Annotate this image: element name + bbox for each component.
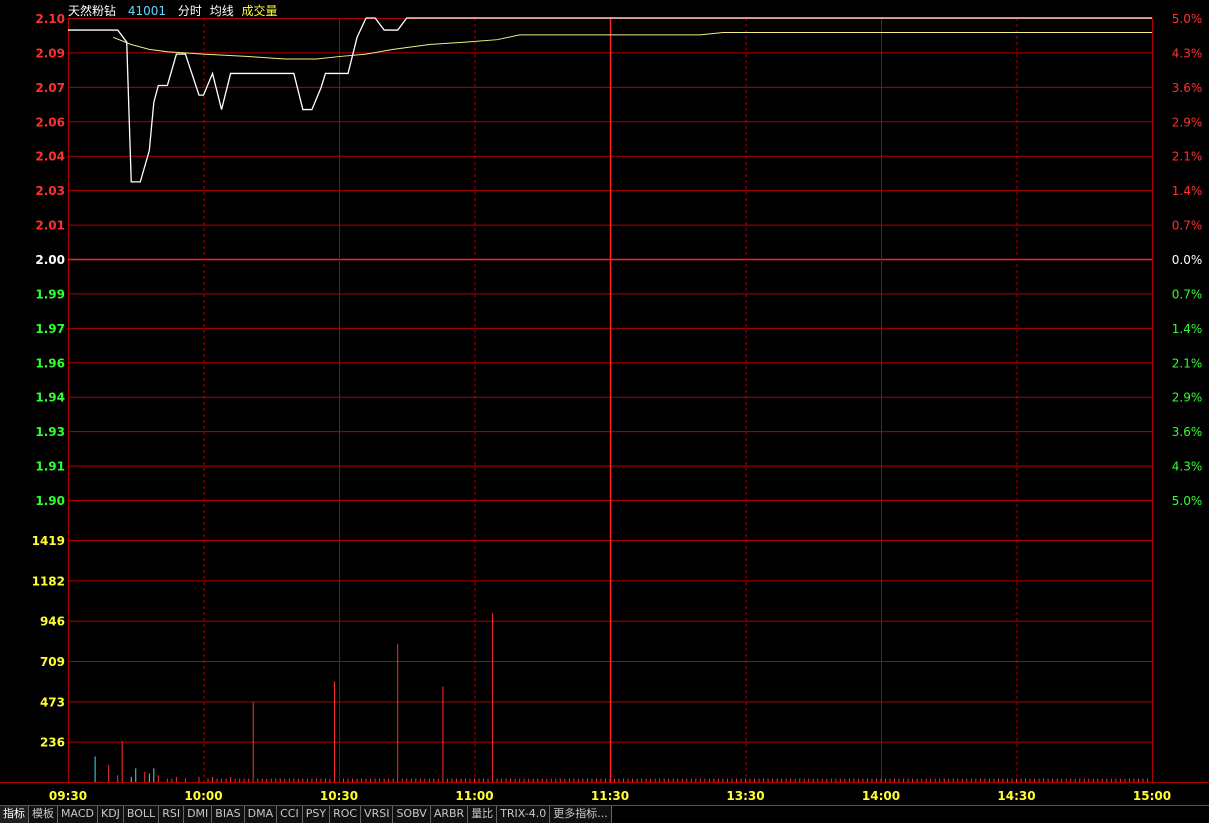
- time-tick-label: 14:30: [997, 789, 1035, 803]
- indicator-tab[interactable]: DMI: [184, 806, 213, 823]
- indicator-tab[interactable]: 更多指标...: [550, 806, 612, 823]
- percent-tick-label: 4.3%: [1172, 46, 1203, 60]
- price-tick-label: 1.97: [35, 322, 65, 336]
- indicator-tab[interactable]: KDJ: [97, 806, 124, 823]
- average-price-line: [112, 31, 1152, 60]
- intraday-chart[interactable]: 2.10 2.09 2.07 2.06 2.04 2.03 2.01 2.00 1.99 1.97…: [0, 0, 1209, 805]
- chart-grid: [0, 18, 1209, 783]
- indicator-tab[interactable]: CCI: [277, 806, 303, 823]
- percent-tick-label: 1.4%: [1172, 184, 1203, 198]
- price-tick-label: 2.07: [35, 81, 65, 95]
- percent-tick-label: 5.0%: [1172, 12, 1203, 26]
- indicator-toolbar: 指标 模板 MACD KDJ BOLL RSI DMI BIAS DMA CCI PSY ROC VRS…: [0, 805, 1209, 823]
- price-tick-label: 2.09: [35, 46, 65, 60]
- percent-tick-label: 2.9%: [1172, 115, 1203, 129]
- time-tick-label: 13:30: [726, 789, 764, 803]
- percent-tick-label: 0.7%: [1172, 287, 1203, 301]
- price-tick-label: 2.06: [35, 115, 65, 129]
- price-tick-label: 1.99: [35, 287, 65, 301]
- percent-tick-label: 3.6%: [1172, 425, 1203, 439]
- indicator-tab[interactable]: TRIX-4.0: [497, 806, 551, 823]
- indicator-tab[interactable]: SOBV: [393, 806, 431, 823]
- volume-axis: 1419 1182 946 709 473 236: [32, 534, 65, 750]
- indicator-tab[interactable]: 指标: [0, 806, 29, 823]
- percent-tick-label: 2.1%: [1172, 150, 1203, 164]
- avg-label: 均线: [209, 4, 234, 18]
- percent-tick-label: 3.6%: [1172, 81, 1203, 95]
- indicator-tab[interactable]: ARBR: [430, 806, 469, 823]
- indicator-tab[interactable]: BIAS: [212, 806, 245, 823]
- indicator-tab[interactable]: RSI: [159, 806, 185, 823]
- percent-tick-label: 5.0%: [1172, 494, 1203, 508]
- percent-tick-label: 2.9%: [1172, 391, 1203, 405]
- price-tick-label: 1.90: [35, 494, 65, 508]
- time-tick-label: 09:30: [49, 789, 87, 803]
- price-tick-label: 1.91: [35, 460, 65, 474]
- indicator-tab[interactable]: MACD: [58, 806, 98, 823]
- indicator-tab[interactable]: DMA: [244, 806, 278, 823]
- volume-tick-label: 473: [40, 695, 65, 709]
- indicator-tab[interactable]: 模板: [29, 806, 58, 823]
- time-tick-label: 15:00: [1133, 789, 1171, 803]
- percent-tick-label: 2.1%: [1172, 356, 1203, 370]
- percent-tick-label: 0.0%: [1172, 253, 1203, 267]
- time-tick-label: 11:30: [591, 789, 629, 803]
- mode-label: 分时: [177, 4, 202, 18]
- percent-axis-right: 5.0% 4.3% 3.6% 2.9% 2.1% 1.4% 0.7% 0.0% 0.7% 1.4%…: [1172, 12, 1203, 508]
- price-tick-label: 2.00: [35, 253, 65, 267]
- percent-tick-label: 1.4%: [1172, 322, 1203, 336]
- volume-tick-label: 236: [40, 736, 65, 750]
- indicator-tab[interactable]: BOLL: [123, 806, 160, 823]
- volume-bars: [94, 613, 1148, 782]
- price-tick-label: 2.10: [35, 12, 65, 26]
- stock-name: 天然粉钻: [68, 4, 117, 18]
- indicator-tab[interactable]: ROC: [330, 806, 362, 823]
- price-tick-label: 2.01: [35, 219, 65, 233]
- time-tick-label: 14:00: [862, 789, 900, 803]
- indicator-tab[interactable]: 量比: [468, 806, 498, 823]
- price-tick-label: 1.93: [35, 425, 65, 439]
- volume-tick-label: 709: [40, 655, 65, 669]
- stock-code: 41001: [127, 4, 167, 18]
- price-tick-label: 1.94: [35, 391, 65, 405]
- vol-label: 成交量: [241, 4, 278, 18]
- price-tick-label: 1.96: [35, 356, 65, 370]
- chart-header: 天然粉钻 41001 分时 均线 成交量: [68, 2, 286, 19]
- time-tick-label: 11:00: [455, 789, 493, 803]
- volume-tick-label: 1182: [32, 574, 65, 588]
- indicator-tab[interactable]: VRSI: [361, 806, 394, 823]
- price-axis-left: 2.10 2.09 2.07 2.06 2.04 2.03 2.01 2.00 1.99 1.97…: [35, 12, 65, 508]
- time-tick-label: 10:00: [184, 789, 222, 803]
- time-axis: 09:30 10:00 10:30 11:00 11:30 13:30 14:00 14:30…: [49, 789, 1171, 803]
- time-tick-label: 10:30: [320, 789, 358, 803]
- percent-tick-label: 4.3%: [1172, 460, 1203, 474]
- volume-tick-label: 946: [40, 615, 65, 629]
- indicator-tab[interactable]: PSY: [302, 806, 331, 823]
- percent-tick-label: 0.7%: [1172, 219, 1203, 233]
- price-tick-label: 2.04: [35, 150, 65, 164]
- volume-tick-label: 1419: [32, 534, 65, 548]
- price-tick-label: 2.03: [35, 184, 65, 198]
